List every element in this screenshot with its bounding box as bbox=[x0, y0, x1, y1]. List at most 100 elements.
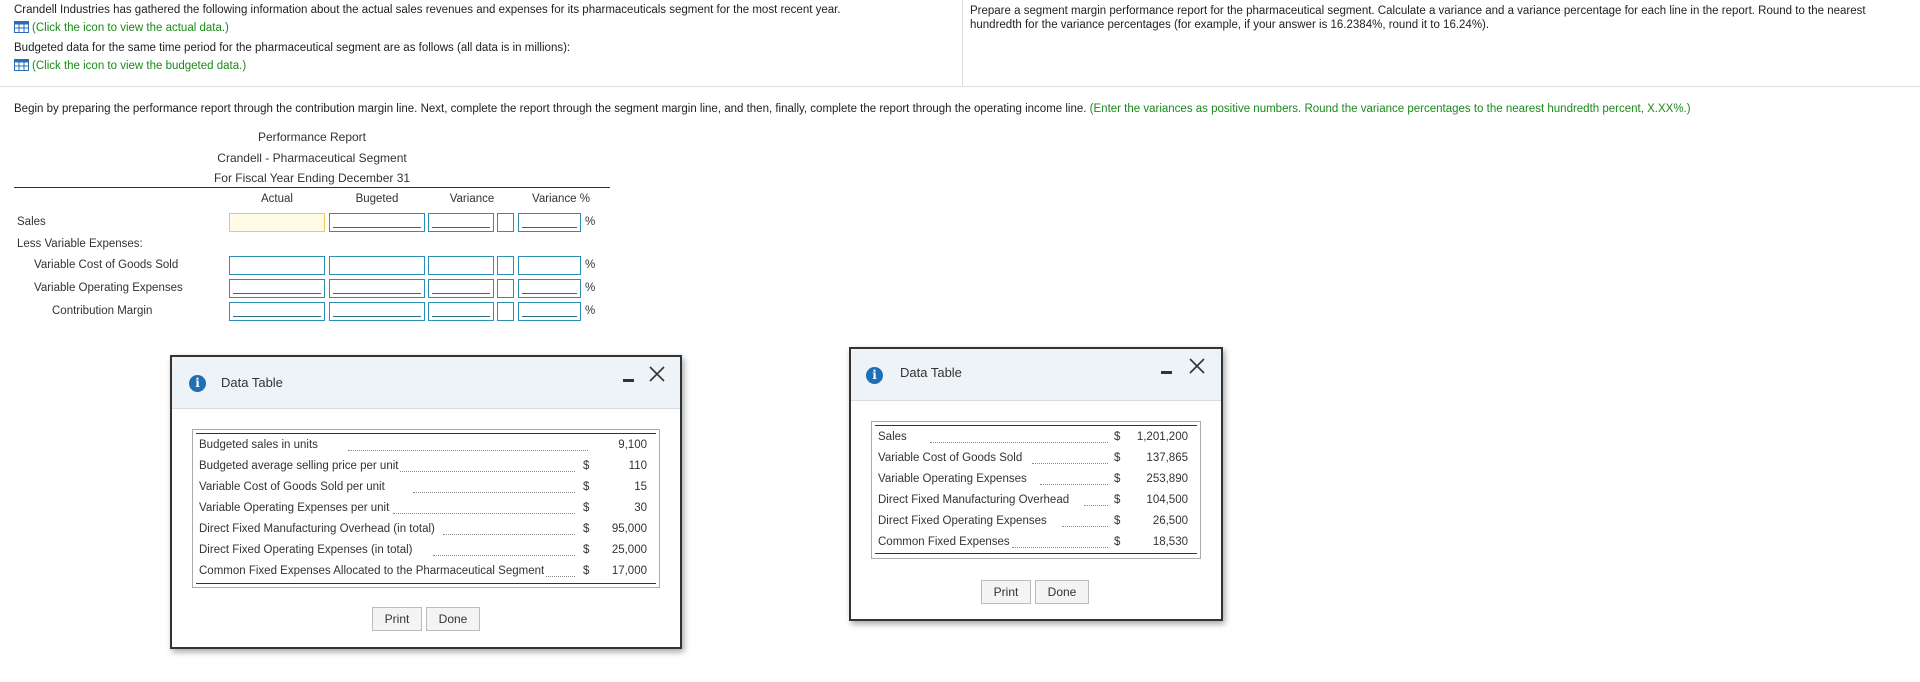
table-row: Variable Cost of Goods Sold $ 137,865 bbox=[872, 449, 1200, 470]
row-value: 104,500 bbox=[1146, 494, 1188, 506]
vcogs-budgeted-input[interactable] bbox=[329, 256, 425, 275]
info-icon: i bbox=[866, 367, 883, 384]
row-currency: $ bbox=[583, 565, 590, 577]
row-currency: $ bbox=[583, 502, 590, 514]
leader-dots bbox=[930, 431, 1108, 443]
report-header-rule bbox=[14, 187, 610, 188]
vcogs-actual-input[interactable] bbox=[229, 256, 325, 275]
sales-variance-pct-input[interactable] bbox=[518, 213, 581, 232]
column-header-variance: Variance bbox=[449, 193, 495, 205]
sales-variance-type-selector[interactable] bbox=[497, 213, 514, 232]
row-value: 30 bbox=[634, 502, 647, 514]
row-label: Common Fixed Expenses Allocated to the P… bbox=[199, 565, 547, 577]
view-actual-data-text[interactable]: (Click the icon to view the actual data.… bbox=[32, 22, 229, 34]
sales-budgeted-input[interactable] bbox=[329, 213, 425, 232]
intro-line-2: Budgeted data for the same time period f… bbox=[14, 42, 571, 54]
table-row: Budgeted sales in units 9,100 bbox=[193, 436, 659, 457]
vopex-pct-symbol: % bbox=[585, 282, 596, 294]
cm-budgeted-input[interactable] bbox=[329, 302, 425, 321]
row-currency: $ bbox=[583, 481, 590, 493]
leader-dots bbox=[393, 502, 575, 514]
column-header-budgeted: Bugeted bbox=[355, 193, 399, 205]
minimize-icon[interactable] bbox=[623, 379, 634, 382]
vcogs-variance-type-selector[interactable] bbox=[497, 256, 514, 275]
actual-dialog-title: Data Table bbox=[900, 365, 962, 380]
row-currency: $ bbox=[583, 460, 590, 472]
cm-pct-symbol: % bbox=[585, 305, 596, 317]
row-label-less-variable-expenses: Less Variable Expenses: bbox=[17, 238, 143, 250]
table-row: Variable Operating Expenses $ 253,890 bbox=[872, 470, 1200, 491]
row-label: Variable Cost of Goods Sold bbox=[878, 452, 1025, 464]
print-button[interactable]: Print bbox=[981, 580, 1031, 604]
sales-variance-input[interactable] bbox=[428, 213, 494, 232]
leader-dots bbox=[413, 481, 575, 493]
leader-dots bbox=[393, 460, 575, 472]
done-button[interactable]: Done bbox=[1035, 580, 1089, 604]
report-title: Performance Report bbox=[257, 130, 367, 144]
task-hint: (Enter the variances as positive numbers… bbox=[1089, 103, 1691, 115]
vopex-variance-input[interactable] bbox=[428, 279, 494, 298]
row-value: 26,500 bbox=[1152, 515, 1188, 527]
actual-dialog-header: i Data Table bbox=[851, 349, 1221, 401]
table-row: Direct Fixed Manufacturing Overhead $ 10… bbox=[872, 491, 1200, 512]
row-label: Budgeted average selling price per unit bbox=[199, 460, 401, 472]
table-icon[interactable] bbox=[14, 21, 29, 33]
task-text: Begin by preparing the performance repor… bbox=[14, 103, 1691, 115]
leader-dots bbox=[1040, 473, 1108, 485]
row-value: 17,000 bbox=[611, 565, 647, 577]
sales-actual-input[interactable] bbox=[229, 213, 325, 232]
row-label-variable-operating-expenses: Variable Operating Expenses bbox=[34, 282, 183, 294]
row-value: 110 bbox=[628, 460, 647, 472]
row-value: 137,865 bbox=[1146, 452, 1188, 464]
minimize-icon[interactable] bbox=[1161, 371, 1172, 374]
vcogs-variance-input[interactable] bbox=[428, 256, 494, 275]
leader-dots bbox=[1084, 494, 1108, 506]
row-label-sales: Sales bbox=[17, 216, 46, 228]
vopex-actual-input[interactable] bbox=[229, 279, 325, 298]
view-budgeted-data-link[interactable]: (Click the icon to view the budgeted dat… bbox=[14, 59, 246, 72]
row-label: Budgeted sales in units bbox=[199, 439, 320, 451]
cm-variance-input[interactable] bbox=[428, 302, 494, 321]
row-label: Direct Fixed Operating Expenses bbox=[878, 515, 1049, 527]
table-row: Sales $ 1,201,200 bbox=[872, 428, 1200, 449]
row-label: Direct Fixed Manufacturing Overhead (in … bbox=[199, 523, 437, 535]
close-icon[interactable] bbox=[1188, 357, 1206, 375]
row-value: 15 bbox=[634, 481, 647, 493]
cm-actual-input[interactable] bbox=[229, 302, 325, 321]
vcogs-variance-pct-input[interactable] bbox=[518, 256, 581, 275]
done-button[interactable]: Done bbox=[426, 607, 480, 631]
table-row: Budgeted average selling price per unit … bbox=[193, 457, 659, 478]
table-row: Direct Fixed Operating Expenses (in tota… bbox=[193, 541, 659, 562]
vopex-budgeted-input[interactable] bbox=[329, 279, 425, 298]
cm-variance-pct-input[interactable] bbox=[518, 302, 581, 321]
table-bottom-rule bbox=[196, 583, 656, 584]
row-value: 18,530 bbox=[1152, 536, 1188, 548]
report-company: Crandell - Pharmaceutical Segment bbox=[217, 151, 407, 165]
budgeted-data-table: Budgeted sales in units 9,100 Budgeted a… bbox=[192, 429, 660, 588]
row-label: Variable Cost of Goods Sold per unit bbox=[199, 481, 387, 493]
leader-dots bbox=[1062, 515, 1108, 527]
vopex-variance-type-selector[interactable] bbox=[497, 279, 514, 298]
view-budgeted-data-text[interactable]: (Click the icon to view the budgeted dat… bbox=[32, 60, 246, 72]
leader-dots bbox=[433, 544, 575, 556]
table-row: Direct Fixed Manufacturing Overhead (in … bbox=[193, 520, 659, 541]
row-label: Variable Operating Expenses per unit bbox=[199, 502, 392, 514]
leader-dots bbox=[443, 523, 575, 535]
table-row: Common Fixed Expenses $ 18,530 bbox=[872, 533, 1200, 554]
table-icon[interactable] bbox=[14, 59, 29, 71]
row-value: 25,000 bbox=[611, 544, 647, 556]
table-top-rule bbox=[196, 433, 656, 434]
table-row: Direct Fixed Operating Expenses $ 26,500 bbox=[872, 512, 1200, 533]
row-label: Variable Operating Expenses bbox=[878, 473, 1029, 485]
column-header-actual: Actual bbox=[261, 193, 293, 205]
vopex-variance-pct-input[interactable] bbox=[518, 279, 581, 298]
table-top-rule bbox=[875, 425, 1197, 426]
print-button[interactable]: Print bbox=[372, 607, 422, 631]
view-actual-data-link[interactable]: (Click the icon to view the actual data.… bbox=[14, 21, 229, 34]
budgeted-data-dialog: i Data Table Budgeted sales in units 9,1… bbox=[170, 355, 682, 649]
budgeted-dialog-header: i Data Table bbox=[172, 357, 680, 409]
actual-data-dialog: i Data Table Sales $ 1,201,200 Variable … bbox=[849, 347, 1223, 621]
cm-variance-type-selector[interactable] bbox=[497, 302, 514, 321]
close-icon[interactable] bbox=[648, 365, 666, 383]
row-currency: $ bbox=[1114, 494, 1121, 506]
